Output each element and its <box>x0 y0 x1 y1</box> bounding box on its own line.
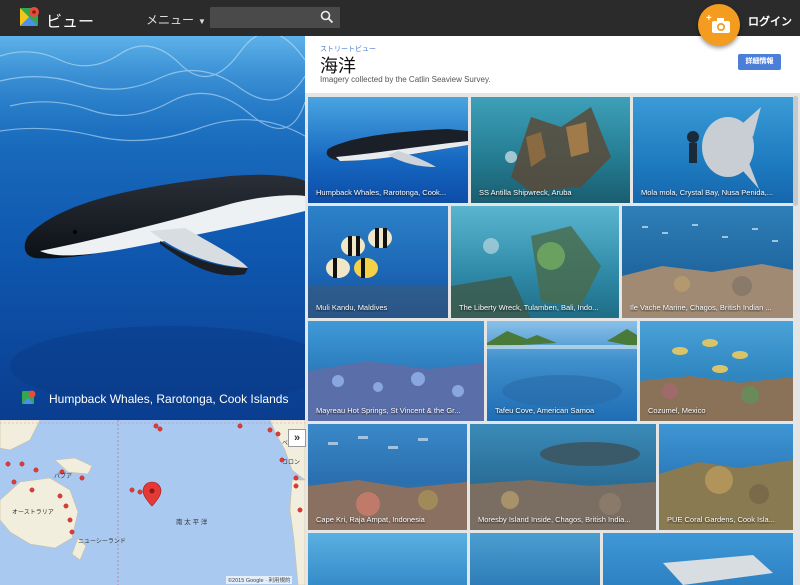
tile-antilla[interactable]: SS Antilla Shipwreck, Aruba <box>471 97 630 203</box>
search-icon[interactable] <box>320 10 334 24</box>
tile-image <box>622 224 793 318</box>
top-bar: ビュー メニュー ▼ ログイン <box>0 0 800 36</box>
tile-muli-kandu[interactable]: Muli Kandu, Maldives <box>308 206 448 318</box>
tile-caption: Mola mola, Crystal Bay, Nusa Penida,... <box>641 188 773 197</box>
tile-ile-vache[interactable]: Ile Vache Marine, Chagos, British Indian… <box>622 206 793 318</box>
login-button[interactable]: ログイン <box>748 13 792 29</box>
svg-text:+: + <box>706 13 712 24</box>
map-label-newzealand: ニューシーランド <box>78 539 126 545</box>
tile-mayreau[interactable]: Mayreau Hot Springs, St Vincent & the Gr… <box>308 321 484 421</box>
maps-logo-icon <box>22 390 36 404</box>
tile-mola-mola[interactable]: Mola mola, Crystal Bay, Nusa Penida,... <box>633 97 793 203</box>
map-copyright[interactable]: ©2015 Google · 利用規約 <box>226 576 293 584</box>
collection-panel: ストリートビュー 海洋 Imagery collected by the Cat… <box>305 36 800 585</box>
tile-caption: Mayreau Hot Springs, St Vincent & the Gr… <box>316 406 461 415</box>
tile-cape-kri[interactable]: Cape Kri, Raja Ampat, Indonesia <box>308 424 467 530</box>
caret-down-icon: ▼ <box>198 17 206 26</box>
map-canvas <box>0 420 305 585</box>
map-label-south-pacific: 南 太 平 洋 <box>176 519 208 526</box>
tile-row5-b[interactable] <box>470 533 600 585</box>
tile-row5-a[interactable] <box>308 533 467 585</box>
tile-caption: Tafeu Cove, American Samoa <box>495 406 595 415</box>
maps-logo-icon[interactable] <box>20 6 40 28</box>
tile-pue-coral[interactable]: PUE Coral Gardens, Cook Isla... <box>659 424 793 530</box>
hero-whale-image <box>0 36 305 406</box>
tile-caption: The Liberty Wreck, Tulamben, Bali, Indo.… <box>459 303 599 312</box>
app-title[interactable]: ビュー <box>46 8 94 32</box>
tile-image <box>451 226 601 318</box>
tile-moresby[interactable]: Moresby Island Inside, Chagos, British I… <box>470 424 656 530</box>
map-label-papua: パプア <box>54 474 73 480</box>
menu-label: メニュー <box>146 13 195 27</box>
tile-caption: Muli Kandu, Maldives <box>316 303 388 312</box>
tile-liberty-wreck[interactable]: The Liberty Wreck, Tulamben, Bali, Indo.… <box>451 206 619 318</box>
tile-row5-c[interactable] <box>603 533 793 585</box>
hero-panorama[interactable] <box>0 36 305 420</box>
tile-caption: Cape Kri, Raja Ampat, Indonesia <box>316 515 425 524</box>
menu-dropdown[interactable]: メニュー ▼ <box>146 11 206 28</box>
map-label-colombia: コロン <box>282 460 301 466</box>
tile-humpback[interactable]: Humpback Whales, Rarotonga, Cook... <box>308 97 468 203</box>
tile-tafeu-cove[interactable]: Tafeu Cove, American Samoa <box>487 321 637 421</box>
tile-caption: PUE Coral Gardens, Cook Isla... <box>667 515 775 524</box>
panel-scrollbar[interactable] <box>793 96 798 206</box>
collection-subtitle: Imagery collected by the Catlin Seaview … <box>320 75 491 84</box>
tile-caption: Cozumel, Mexico <box>648 406 706 415</box>
add-photo-button[interactable]: + <box>698 4 740 46</box>
search-input[interactable] <box>210 7 340 28</box>
camera-add-icon: + <box>706 13 730 33</box>
tile-image <box>308 228 448 318</box>
tile-cozumel[interactable]: Cozumel, Mexico <box>640 321 793 421</box>
tile-image <box>663 555 773 585</box>
expand-arrows-icon: » <box>293 432 301 444</box>
tile-caption: SS Antilla Shipwreck, Aruba <box>479 188 572 197</box>
map-view[interactable]: パプア オーストラリア ニューシーランド 南 太 平 洋 コロン ベネズ <box>0 420 305 585</box>
tile-caption: Humpback Whales, Rarotonga, Cook... <box>316 188 447 197</box>
tile-caption: Moresby Island Inside, Chagos, British I… <box>478 515 631 524</box>
details-button[interactable]: 詳細情報 <box>738 54 781 70</box>
hero-caption: Humpback Whales, Rarotonga, Cook Islands <box>49 392 289 406</box>
tile-caption: Ile Vache Marine, Chagos, British Indian… <box>630 303 772 312</box>
map-label-australia: オーストラリア <box>12 510 54 516</box>
expand-map-button[interactable]: » <box>288 429 306 447</box>
